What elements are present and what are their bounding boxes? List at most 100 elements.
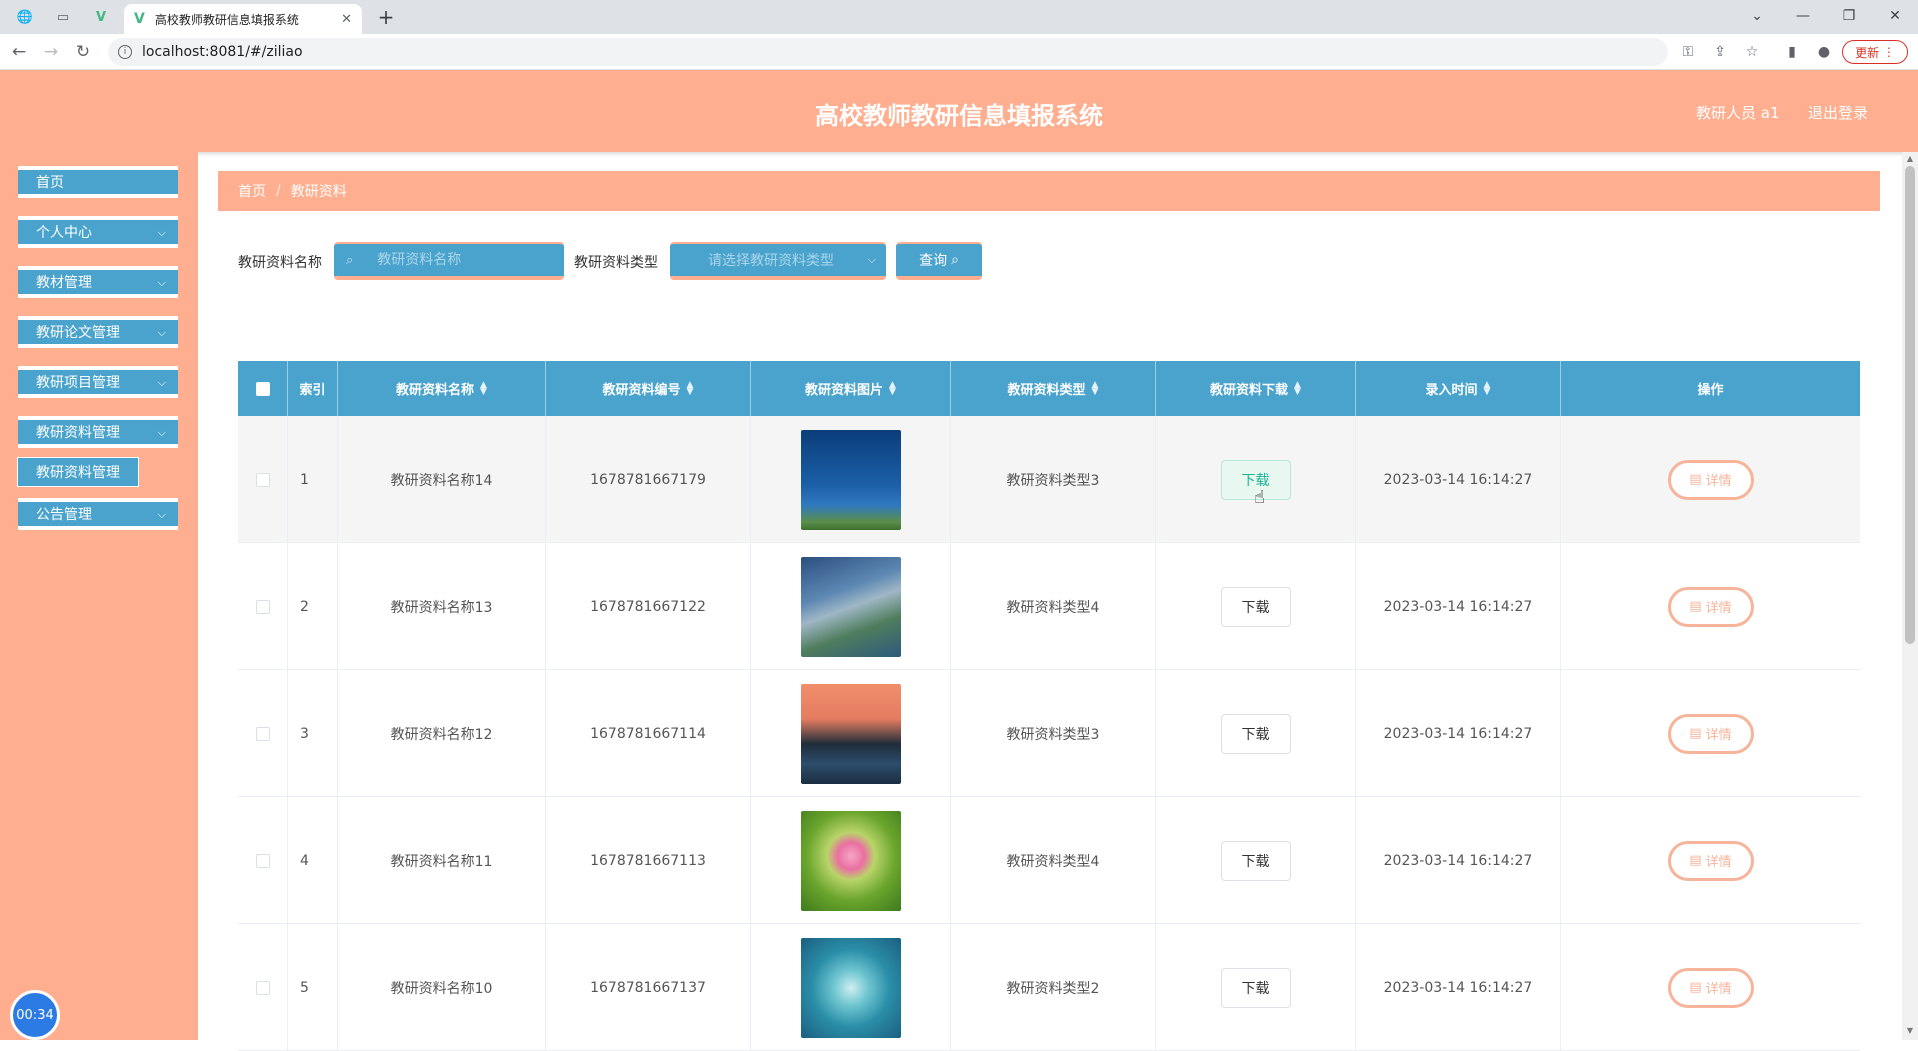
timer-badge[interactable]: 00:34 [10,990,60,1040]
name-cell: 教研资料名称11 [338,797,546,924]
key-icon[interactable]: ⚿ [1676,41,1700,63]
type-cell: 教研资料类型3 [951,416,1156,543]
sidebar-item-papers[interactable]: 教研论文管理 ⌵ [18,316,178,348]
page-scrollbar[interactable]: ▲ ▼ [1902,152,1918,1040]
browser-tab-active[interactable]: V 高校教师教研信息填报系统 ✕ [124,4,362,34]
share-icon[interactable]: ⇪ [1708,41,1732,63]
sidebar-item-materials[interactable]: 教研资料管理 ⌵ [18,416,178,448]
col-actions: 操作 [1561,361,1860,416]
sidebar-item-home[interactable]: 首页 [18,166,178,198]
scroll-thumb[interactable] [1905,166,1915,644]
row-checkbox[interactable] [255,980,270,995]
update-button[interactable]: 更新 ⋮ [1842,40,1908,64]
sort-icon[interactable]: ▲ ▼ [889,380,896,396]
address-bar[interactable]: i localhost:8081/#/ziliao [108,38,1668,66]
sidebar-item-label: 首页 [36,175,64,191]
sort-icon[interactable]: ▲ ▼ [687,380,694,396]
download-button[interactable]: 下载 [1220,967,1291,1008]
detail-button[interactable]: ▤ 详情 [1667,713,1754,754]
reload-icon[interactable]: ↻ [70,39,96,65]
col-type[interactable]: 教研资料类型 ▲ ▼ [951,361,1156,416]
browser-tabbar: 🌐 ▭ V V 高校教师教研信息填报系统 ✕ + ⌄ — ❐ ✕ [0,0,1918,34]
scroll-up-icon[interactable]: ▲ [1905,154,1915,164]
detail-label: 详情 [1705,728,1732,743]
row-checkbox[interactable] [255,472,270,487]
download-button[interactable]: 下载 [1220,840,1291,881]
download-button[interactable]: 下载 [1220,586,1291,627]
heart-island-photo[interactable] [800,937,901,1038]
image-cell [751,543,951,670]
col-name[interactable]: 教研资料名称 ▲ ▼ [338,361,546,416]
minimize-button[interactable]: — [1780,2,1826,30]
restore-button[interactable]: ❐ [1826,2,1872,30]
globe-icon[interactable]: 🌐 [8,4,42,30]
time-cell: 2023-03-14 16:14:27 [1356,670,1561,797]
profile-icon[interactable]: ● [1812,41,1836,63]
download-cell: 下载 [1156,543,1356,670]
row-checkbox[interactable] [255,599,270,614]
scroll-down-icon[interactable]: ▼ [1905,1026,1915,1036]
sort-icon[interactable]: ▲ ▼ [1294,380,1301,396]
sidebar-item-projects[interactable]: 教研项目管理 ⌵ [18,366,178,398]
time-cell: 2023-03-14 16:14:27 [1356,797,1561,924]
window-close-button[interactable]: ✕ [1872,2,1918,30]
new-tab-button[interactable]: + [372,4,400,30]
lotus-photo[interactable] [800,810,901,911]
ocean-figure-photo[interactable] [800,429,901,530]
close-icon[interactable]: ✕ [341,12,352,27]
row-checkbox[interactable] [255,726,270,741]
query-button[interactable]: 查询 ⌕ [896,242,982,280]
col-code[interactable]: 教研资料编号 ▲ ▼ [546,361,751,416]
col-label: 录入时间 [1425,383,1478,398]
col-image[interactable]: 教研资料图片 ▲ ▼ [751,361,951,416]
index-cell: 2 [288,543,338,670]
tab-search-icon[interactable]: ⌄ [1734,2,1780,30]
blank-tab-icon[interactable]: ▭ [46,4,80,30]
sidebar-item-textbooks[interactable]: 教材管理 ⌵ [18,266,178,298]
logout-link[interactable]: 退出登录 [1808,102,1868,123]
name-cell: 教研资料名称10 [338,924,546,1051]
select-all-checkbox[interactable] [255,381,270,396]
col-index: 索引 [288,361,338,416]
sidepanel-icon[interactable]: ▮ [1780,41,1804,63]
table-body: 1 教研资料名称14 1678781667179 教研资料类型3 下载 2023-03-1… [238,416,1860,1051]
col-label: 教研资料名称 [396,383,475,398]
info-icon[interactable]: i [118,45,132,59]
name-search-input[interactable] [377,252,538,268]
download-cell: 下载 [1156,416,1356,543]
sort-icon[interactable]: ▲ ▼ [480,380,487,396]
table-row: 2 教研资料名称13 1678781667122 教研资料类型4 下载 2023-03-1… [238,543,1860,670]
row-checkbox[interactable] [255,853,270,868]
sidebar-subitem-label: 教研资料管理 [36,465,120,481]
col-download[interactable]: 教研资料下载 ▲ ▼ [1156,361,1356,416]
sidebar-item-label: 个人中心 [36,225,92,241]
forward-icon[interactable]: → [38,39,64,65]
back-icon[interactable]: ← [6,39,32,65]
col-time[interactable]: 录入时间 ▲ ▼ [1356,361,1561,416]
detail-button[interactable]: ▤ 详情 [1667,459,1754,500]
type-select[interactable]: 请选择教研资料类型 ⌵ [670,242,886,280]
detail-button[interactable]: ▤ 详情 [1667,586,1754,627]
coast-aerial-photo[interactable] [800,556,901,657]
name-search-field[interactable]: ⌕ [334,242,564,280]
breadcrumb-separator: / [276,183,281,199]
current-user: 教研人员 a1 [1696,104,1780,122]
chevron-down-icon: ⌵ [157,376,166,389]
breadcrumb-home[interactable]: 首页 [238,181,266,201]
download-button[interactable]: 下载 [1220,713,1291,754]
sort-icon[interactable]: ▲ ▼ [1092,380,1099,396]
col-label: 教研资料类型 [1007,383,1086,398]
sidebar-item-label: 教研论文管理 [36,325,120,341]
sidebar-subitem-materials-manage[interactable]: 教研资料管理 [18,458,138,486]
star-icon[interactable]: ☆ [1740,41,1764,63]
document-icon: ▤ [1689,980,1702,995]
sort-icon[interactable]: ▲ ▼ [1484,380,1491,396]
vue-icon[interactable]: V [84,4,118,30]
code-cell: 1678781667122 [546,543,751,670]
sidebar-item-profile[interactable]: 个人中心 ⌵ [18,216,178,248]
detail-button[interactable]: ▤ 详情 [1667,967,1754,1008]
table-row: 3 教研资料名称12 1678781667114 教研资料类型3 下载 2023-03-1… [238,670,1860,797]
detail-button[interactable]: ▤ 详情 [1667,840,1754,881]
sunset-lake-photo[interactable] [800,683,901,784]
sidebar-item-notices[interactable]: 公告管理 ⌵ [18,498,178,530]
